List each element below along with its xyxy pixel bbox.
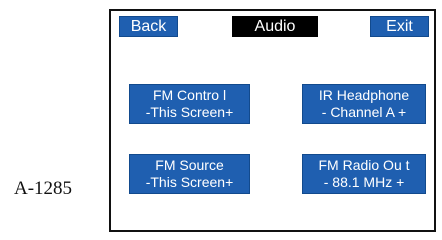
tile-label-line2: - Channel A + bbox=[321, 104, 407, 120]
tile-label-line1: FM Source bbox=[155, 157, 224, 173]
fm-radio-out-button[interactable]: FM Radio Ou t - 88.1 MHz + bbox=[302, 154, 426, 194]
back-button[interactable]: Back bbox=[119, 16, 178, 37]
tile-label-line2: - 88.1 MHz + bbox=[323, 174, 405, 190]
exit-button[interactable]: Exit bbox=[370, 16, 429, 37]
ir-headphone-button[interactable]: IR Headphone - Channel A + bbox=[302, 84, 426, 124]
page-title: Audio bbox=[232, 16, 318, 37]
fm-source-button[interactable]: FM Source -This Screen+ bbox=[129, 154, 250, 194]
tile-label-line2: -This Screen+ bbox=[145, 174, 234, 190]
tile-label-line1: FM Radio Ou t bbox=[318, 157, 410, 173]
tile-label-line1: FM Contro l bbox=[152, 87, 227, 103]
audio-screen: Back Audio Exit FM Contro l -This Screen… bbox=[109, 9, 436, 232]
tile-label-line1: IR Headphone bbox=[318, 87, 410, 103]
tile-label-line2: -This Screen+ bbox=[145, 104, 234, 120]
fm-control-button[interactable]: FM Contro l -This Screen+ bbox=[129, 84, 250, 124]
figure-label: A-1285 bbox=[14, 178, 73, 199]
